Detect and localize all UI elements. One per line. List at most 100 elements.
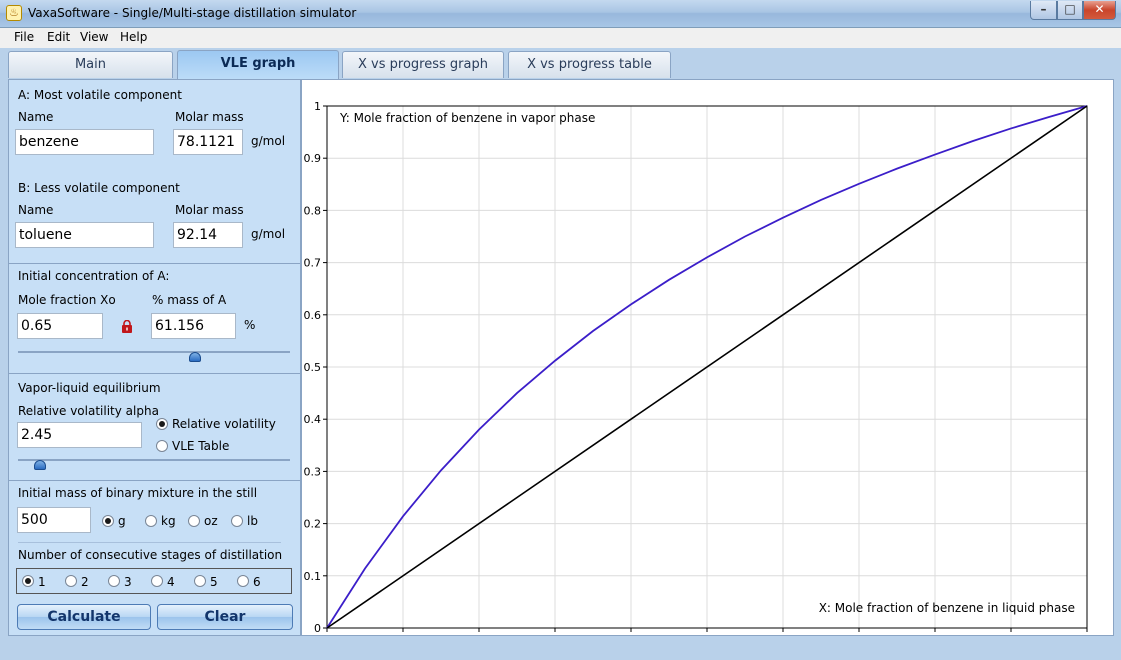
y-tick-label: 0.8 — [304, 204, 322, 217]
app-icon: ♨ — [6, 5, 22, 21]
stage-2-label[interactable]: 2 — [81, 575, 89, 589]
component-a-molar-mass-input[interactable]: 78.1121 — [173, 129, 243, 155]
divider — [9, 263, 300, 264]
y-tick-label: 0.7 — [304, 257, 322, 270]
stage-4-radio[interactable] — [151, 575, 163, 587]
stage-2-radio[interactable] — [65, 575, 77, 587]
relative-volatility-radio[interactable] — [156, 418, 168, 430]
x-tick-label: 1 — [1084, 635, 1091, 637]
lock-icon[interactable] — [121, 320, 133, 333]
alpha-input[interactable]: 2.45 — [17, 422, 142, 448]
y-tick-label: 0.4 — [304, 413, 322, 426]
divider — [9, 480, 300, 481]
minimize-button[interactable]: – — [1030, 1, 1057, 20]
tab-vle-graph[interactable]: VLE graph — [177, 50, 339, 79]
y-axis-title: Y: Mole fraction of benzene in vapor pha… — [339, 111, 595, 125]
mole-fraction-label: Mole fraction Xo — [18, 293, 116, 307]
component-b-molar-mass-input[interactable]: 92.14 — [173, 222, 243, 248]
x-axis-title: X: Mole fraction of benzene in liquid ph… — [819, 601, 1075, 615]
divider — [18, 542, 281, 543]
stage-3-radio[interactable] — [108, 575, 120, 587]
x-tick-label: 0.9 — [1002, 635, 1020, 637]
x-tick-label: 0.5 — [698, 635, 716, 637]
stage-5-radio[interactable] — [194, 575, 206, 587]
close-button[interactable]: ✕ — [1083, 1, 1116, 20]
tab-main[interactable]: Main — [8, 51, 173, 78]
x-tick-label: 0.4 — [622, 635, 640, 637]
calculate-button[interactable]: Calculate — [17, 604, 151, 630]
maximize-button[interactable]: □ — [1057, 1, 1083, 20]
alpha-slider-handle[interactable] — [33, 460, 46, 470]
x-tick-label: 0.6 — [774, 635, 792, 637]
stage-1-radio[interactable] — [22, 575, 34, 587]
stage-1-label[interactable]: 1 — [38, 575, 46, 589]
alpha-label: Relative volatility alpha — [18, 404, 159, 418]
y-tick-label: 0.1 — [304, 570, 322, 583]
y-tick-label: 0.9 — [304, 152, 322, 165]
unit-oz-label[interactable]: oz — [204, 514, 218, 528]
menu-view[interactable]: View — [80, 30, 108, 44]
component-a-name-label: Name — [18, 110, 54, 124]
x-tick-label: 0 — [324, 635, 331, 637]
component-b-unit: g/mol — [251, 227, 286, 241]
component-b-name-label: Name — [18, 203, 54, 217]
divider — [9, 373, 300, 374]
stage-4-label[interactable]: 4 — [167, 575, 175, 589]
y-tick-label: 0 — [314, 622, 321, 635]
component-b-label: B: Less volatile component — [18, 181, 180, 195]
stage-6-label[interactable]: 6 — [253, 575, 261, 589]
vle-chart: 0 0.1 0.2 0.3 0.4 0.5 0.6 0.7 0.8 0.9 1 0 0.1 0.2 0.3 0… — [304, 100, 1091, 648]
relative-volatility-label[interactable]: Relative volatility — [172, 417, 276, 431]
unit-oz-radio[interactable] — [188, 515, 200, 527]
x-tick-label: 0.2 — [470, 635, 488, 637]
mass-percent-label: % mass of A — [152, 293, 227, 307]
y-tick-label: 0.2 — [304, 518, 322, 531]
x-tick-label: 0.8 — [926, 635, 944, 637]
x-tick-label: 0.1 — [394, 635, 412, 637]
menu-help[interactable]: Help — [120, 30, 147, 44]
vle-table-radio[interactable] — [156, 440, 168, 452]
clear-button[interactable]: Clear — [157, 604, 293, 630]
component-a-label: A: Most volatile component — [18, 88, 182, 102]
unit-lb-radio[interactable] — [231, 515, 243, 527]
mass-percent-unit: % — [244, 318, 256, 332]
tab-x-vs-progress-graph[interactable]: X vs progress graph — [342, 51, 504, 78]
unit-kg-radio[interactable] — [145, 515, 157, 527]
stage-3-label[interactable]: 3 — [124, 575, 132, 589]
concentration-slider-track[interactable] — [18, 351, 290, 353]
alpha-slider-track[interactable] — [18, 459, 290, 461]
stages-section-label: Number of consecutive stages of distilla… — [18, 548, 283, 562]
menu-edit[interactable]: Edit — [47, 30, 70, 44]
initial-concentration-label: Initial concentration of A: — [18, 269, 170, 283]
component-b-molar-mass-label: Molar mass — [175, 203, 244, 217]
mass-percent-input[interactable]: 61.156 — [151, 313, 236, 339]
y-tick-label: 0.5 — [304, 361, 322, 374]
y-tick-label: 0.6 — [304, 309, 322, 322]
x-tick-label: 0.3 — [546, 635, 564, 637]
x-tick-label: 0.7 — [850, 635, 868, 637]
menu-file[interactable]: File — [14, 30, 34, 44]
status-bar — [0, 638, 1121, 660]
mass-input[interactable]: 500 — [17, 507, 91, 533]
unit-kg-label[interactable]: kg — [161, 514, 176, 528]
mass-section-label: Initial mass of binary mixture in the st… — [18, 486, 258, 500]
menu-bar: File Edit View Help — [0, 28, 1121, 48]
y-tick-label: 1 — [314, 100, 321, 113]
vle-graph-panel: 0 0.1 0.2 0.3 0.4 0.5 0.6 0.7 0.8 0.9 1 0 0.1 0.2 0.3 0… — [301, 79, 1114, 648]
unit-g-label[interactable]: g — [118, 514, 126, 528]
unit-g-radio[interactable] — [102, 515, 114, 527]
vle-section-label: Vapor-liquid equilibrium — [18, 381, 161, 395]
stage-6-radio[interactable] — [237, 575, 249, 587]
vle-table-label[interactable]: VLE Table — [172, 439, 229, 453]
stage-5-label[interactable]: 5 — [210, 575, 218, 589]
mole-fraction-input[interactable]: 0.65 — [17, 313, 103, 339]
concentration-slider-handle[interactable] — [188, 352, 201, 362]
y-tick-label: 0.3 — [304, 465, 322, 478]
unit-lb-label[interactable]: lb — [247, 514, 258, 528]
window-title: VaxaSoftware - Single/Multi-stage distil… — [28, 6, 357, 20]
component-a-unit: g/mol — [251, 134, 286, 148]
component-b-name-input[interactable]: toluene — [15, 222, 154, 248]
component-a-name-input[interactable]: benzene — [15, 129, 154, 155]
component-a-molar-mass-label: Molar mass — [175, 110, 244, 124]
tab-x-vs-progress-table[interactable]: X vs progress table — [508, 51, 671, 78]
